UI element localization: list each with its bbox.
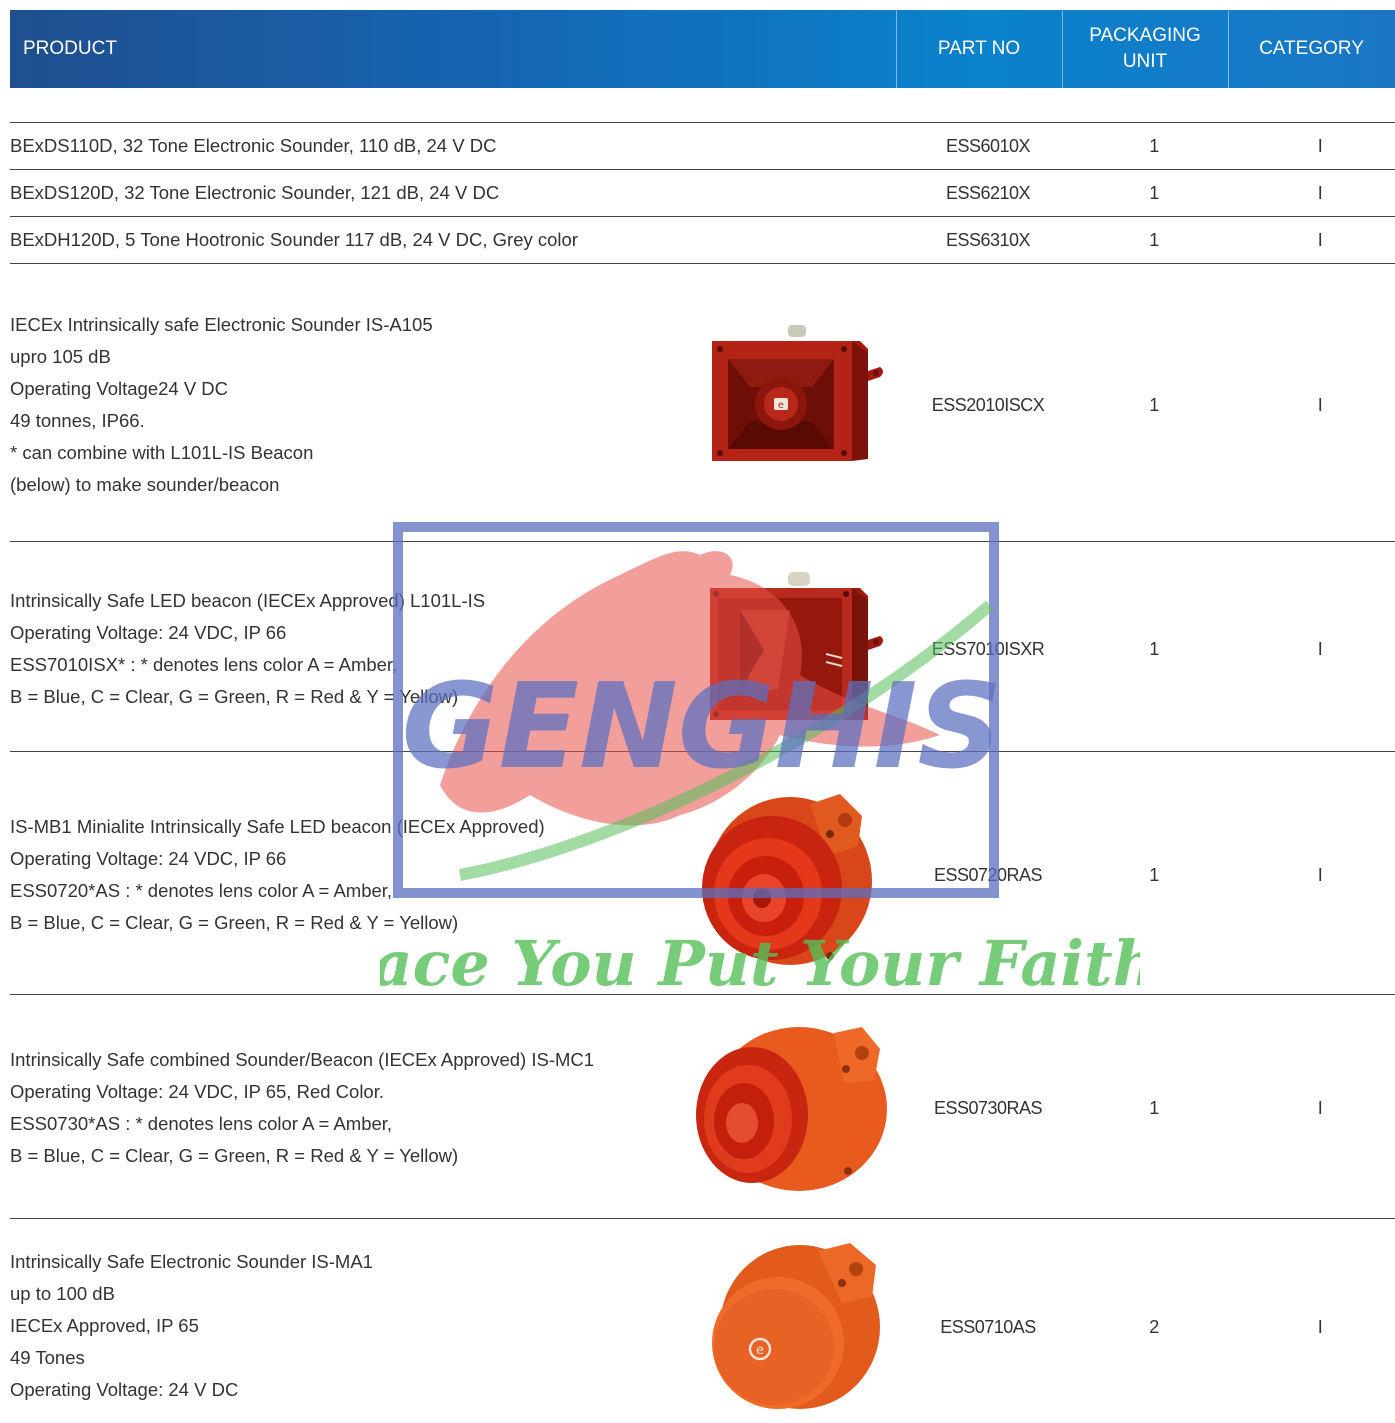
product-description: BExDH120D, 5 Tone Hootronic Sounder 117 … <box>10 229 578 250</box>
packaging-unit: 1 <box>1149 639 1159 659</box>
svg-text:e: e <box>756 1343 764 1358</box>
header-packaging-unit: PACKAGING UNIT <box>1062 10 1228 88</box>
description-line: 49 tonnes, IP66. <box>10 410 145 431</box>
minialite-beacon-image <box>702 794 872 965</box>
header-packaging-line2: UNIT <box>1122 51 1168 72</box>
packaging-unit: 1 <box>1149 136 1159 156</box>
category: I <box>1317 395 1323 415</box>
packaging-unit: 1 <box>1149 1098 1159 1118</box>
product-description: BExDS110D, 32 Tone Electronic Sounder, 1… <box>10 135 497 156</box>
description-line: ESS0720*AS : * denotes lens color A = Am… <box>10 880 393 901</box>
description-line: Operating Voltage: 24 VDC, IP 66 <box>10 622 287 643</box>
category: I <box>1317 136 1323 156</box>
product-description: IECEx Intrinsically safe Electronic Soun… <box>10 309 433 501</box>
table-row: BExDH120D, 5 Tone Hootronic Sounder 117 … <box>0 217 1395 263</box>
table-row: Intrinsically Safe combined Sounder/Beac… <box>0 995 1395 1218</box>
part-no: ESS7010ISXR <box>931 639 1045 659</box>
description-line: Operating Voltage24 V DC <box>10 378 229 399</box>
table-header: PRODUCT PART NO PACKAGING UNIT CATEGORY <box>10 10 1395 88</box>
round-sounder-image: e <box>712 1243 880 1409</box>
packaging-unit: 1 <box>1149 865 1159 885</box>
description-line: B = Blue, C = Clear, G = Green, R = Red … <box>10 912 459 933</box>
beacon-box-image <box>710 572 883 720</box>
description-line: IECEx Intrinsically safe Electronic Soun… <box>10 314 433 335</box>
description-line: Operating Voltage: 24 V DC <box>10 1379 239 1400</box>
description-line: (below) to make sounder/beacon <box>10 474 280 495</box>
description-line: IECEx Approved, IP 65 <box>10 1315 199 1336</box>
header-packaging-line1: PACKAGING <box>1089 25 1201 46</box>
description-line: B = Blue, C = Clear, G = Green, R = Red … <box>10 1145 459 1166</box>
category: I <box>1317 230 1323 250</box>
part-no: ESS2010ISCX <box>931 395 1045 415</box>
packaging-unit: 1 <box>1149 183 1159 203</box>
table-row: BExDS110D, 32 Tone Electronic Sounder, 1… <box>0 123 1395 169</box>
description-line: Operating Voltage: 24 VDC, IP 65, Red Co… <box>10 1081 384 1102</box>
packaging-unit: 1 <box>1149 230 1159 250</box>
description-line: upro 105 dB <box>10 346 111 367</box>
header-category: CATEGORY <box>1259 38 1364 59</box>
product-description: IS-MB1 Minialite Intrinsically Safe LED … <box>10 811 545 939</box>
product-description: Intrinsically Safe LED beacon (IECEx App… <box>10 585 485 713</box>
header-product: PRODUCT <box>23 38 117 59</box>
description-line: Intrinsically Safe Electronic Sounder IS… <box>10 1251 373 1272</box>
table-row: Intrinsically Safe LED beacon (IECEx App… <box>0 542 1395 751</box>
category: I <box>1317 1098 1323 1118</box>
part-no: ESS6310X <box>945 230 1031 250</box>
part-no: ESS0710AS <box>940 1317 1036 1337</box>
description-line: 49 Tones <box>10 1347 85 1368</box>
header-part-no: PART NO <box>937 38 1021 59</box>
part-no: ESS0730RAS <box>933 1098 1043 1118</box>
product-description: Intrinsically Safe Electronic Sounder IS… <box>10 1246 373 1406</box>
packaging-unit: 1 <box>1149 395 1159 415</box>
sounder-box-image: e <box>712 325 883 461</box>
description-line: ESS7010ISX* : * denotes lens color A = A… <box>10 654 398 675</box>
description-line: Intrinsically Safe combined Sounder/Beac… <box>10 1049 595 1070</box>
part-no: ESS6010X <box>945 136 1031 156</box>
table-row: BExDS120D, 32 Tone Electronic Sounder, 1… <box>0 170 1395 216</box>
product-description: BExDS120D, 32 Tone Electronic Sounder, 1… <box>10 182 500 203</box>
part-no: ESS0720RAS <box>933 865 1043 885</box>
description-line: IS-MB1 Minialite Intrinsically Safe LED … <box>10 816 545 837</box>
part-no: ESS6210X <box>945 183 1031 203</box>
product-description: Intrinsically Safe combined Sounder/Beac… <box>10 1044 594 1172</box>
sounder-beacon-image <box>696 1027 887 1191</box>
description-line: ESS0730*AS : * denotes lens color A = Am… <box>10 1113 393 1134</box>
table-row: IS-MB1 Minialite Intrinsically Safe LED … <box>0 752 1395 994</box>
category: I <box>1317 639 1323 659</box>
packaging-unit: 2 <box>1149 1317 1159 1337</box>
description-line: up to 100 dB <box>10 1283 115 1304</box>
description-line: B = Blue, C = Clear, G = Green, R = Red … <box>10 686 459 707</box>
table-row: IECEx Intrinsically safe Electronic Soun… <box>0 264 1395 541</box>
description-line: Intrinsically Safe LED beacon (IECEx App… <box>10 590 486 611</box>
category: I <box>1317 183 1323 203</box>
table-row: Intrinsically Safe Electronic Sounder IS… <box>0 1219 1395 1423</box>
description-line: * can combine with L101L-IS Beacon <box>10 442 314 463</box>
description-line: Operating Voltage: 24 VDC, IP 66 <box>10 848 287 869</box>
category: I <box>1317 865 1323 885</box>
category: I <box>1317 1317 1323 1337</box>
svg-text:e: e <box>778 400 784 411</box>
